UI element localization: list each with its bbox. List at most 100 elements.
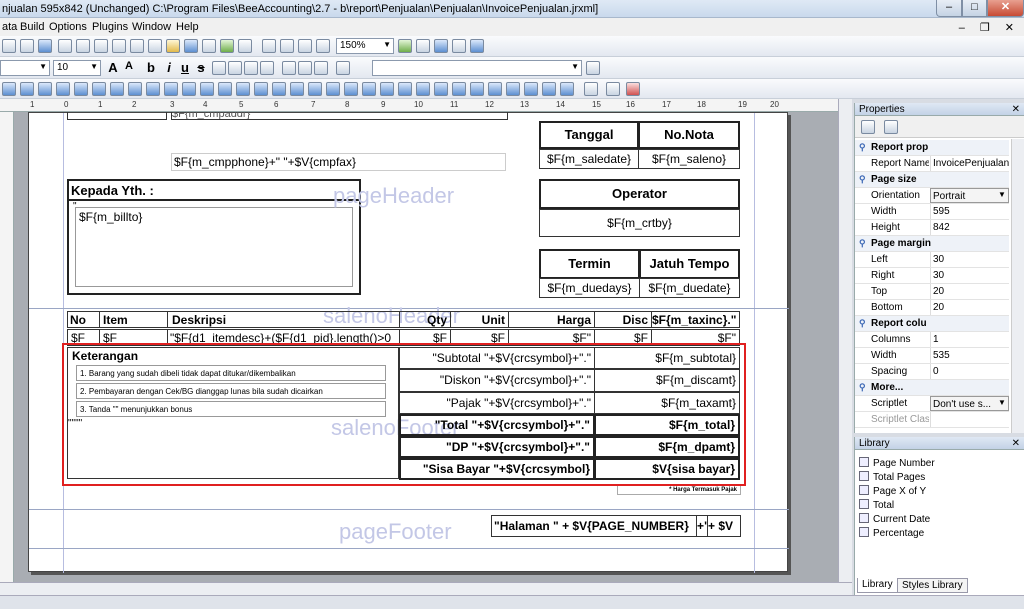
library-item-current-date[interactable]: Current Date (859, 513, 930, 525)
prop-category[interactable]: ⚲ Report prop (855, 140, 1009, 156)
zoom-out-icon[interactable] (416, 39, 430, 53)
align-vertical-center-icon[interactable] (74, 82, 88, 96)
properties-scrollbar[interactable] (1011, 139, 1024, 433)
v-space-remove-icon[interactable] (470, 82, 484, 96)
decrease-font-button[interactable]: A (122, 60, 136, 72)
v-space-increase-icon[interactable] (434, 82, 448, 96)
align-top-edges-icon[interactable] (38, 82, 52, 96)
same-width-min-icon[interactable] (146, 82, 160, 96)
close-icon[interactable]: ✕ (1012, 103, 1020, 116)
send-to-back-icon[interactable] (542, 82, 556, 96)
center-vertically-icon[interactable] (254, 82, 268, 96)
prop-row[interactable]: Columns 1 (855, 332, 1009, 348)
same-width-icon[interactable] (110, 82, 124, 96)
bring-to-front-icon[interactable] (524, 82, 538, 96)
datasource-icon[interactable] (316, 39, 330, 53)
increase-font-button[interactable]: A (106, 60, 120, 75)
prop-row[interactable]: Report Name InvoicePenjualan (855, 156, 1009, 172)
snap-grid-icon[interactable] (560, 82, 574, 96)
center-in-background-icon[interactable] (290, 82, 304, 96)
h-space-decrease-icon[interactable] (380, 82, 394, 96)
duedate-field[interactable]: $F{m_duedate} (639, 278, 740, 298)
fields-icon[interactable] (298, 39, 312, 53)
center-in-band-icon[interactable] (272, 82, 286, 96)
cmpaddr-field[interactable]: $F{m_cmpaddr} (171, 112, 508, 120)
run-report-icon[interactable] (434, 39, 448, 53)
run-datasource-icon[interactable] (452, 39, 466, 53)
valign-middle-icon[interactable] (298, 61, 312, 75)
prop-category[interactable]: ⚲ Report colu (855, 316, 1009, 332)
saleno-field[interactable]: $F{m_saleno} (638, 149, 740, 169)
band-icon[interactable] (262, 39, 276, 53)
zoom-combo[interactable]: 150% ▼ (336, 38, 394, 54)
frame-tool-icon[interactable] (166, 39, 180, 53)
italic-button[interactable]: i (162, 60, 176, 75)
jatuh-tempo-label[interactable]: Jatuh Tempo (639, 249, 740, 279)
copy-format-icon[interactable] (584, 82, 598, 96)
copy-icon[interactable] (20, 39, 34, 53)
tab-styles-library[interactable]: Styles Library (897, 578, 968, 593)
group-icon[interactable] (280, 39, 294, 53)
text-field-tool-icon[interactable] (130, 39, 144, 53)
prop-category[interactable]: ⚲ More... (855, 380, 1009, 396)
border-icon[interactable] (336, 61, 350, 75)
col-unit-header[interactable]: Unit (450, 311, 509, 328)
align-justify-icon[interactable] (260, 61, 274, 75)
minimize-button[interactable]: – (936, 0, 962, 17)
h-space-equal-icon[interactable] (344, 82, 358, 96)
nonota-label[interactable]: No.Nota (638, 121, 740, 149)
prop-row[interactable]: Width 535 (855, 348, 1009, 364)
cmpphone-field[interactable]: $F{m_cmpphone}+" "+$V{cmpfax} (171, 153, 506, 171)
subreport-tool-icon[interactable] (202, 39, 216, 53)
col-taxinc-header[interactable]: $F{m_taxinc}." (651, 311, 740, 328)
ellipse-tool-icon[interactable] (94, 39, 108, 53)
halaman-part3-field[interactable]: + $V (707, 515, 741, 537)
menu-options[interactable]: Options (49, 21, 87, 33)
horizontal-scrollbar[interactable] (0, 582, 852, 595)
library-item-percentage[interactable]: Percentage (859, 527, 924, 539)
same-height-icon[interactable] (164, 82, 178, 96)
font-name-combo[interactable]: ▼ (0, 60, 50, 76)
chart-tool-icon[interactable] (184, 39, 198, 53)
magnet-icon[interactable] (626, 82, 640, 96)
static-text-tool-icon[interactable] (112, 39, 126, 53)
close-icon[interactable]: ✕ (1012, 437, 1020, 450)
kepada-label[interactable]: Kepada Yth. : (67, 179, 361, 201)
bold-button[interactable]: b (144, 60, 158, 75)
col-disc-header[interactable]: Disc (594, 311, 652, 328)
align-center-icon[interactable] (228, 61, 242, 75)
prop-row[interactable]: Left 30 (855, 252, 1009, 268)
mdi-window-controls[interactable]: – ❐ ✕ (959, 21, 1020, 34)
valign-bottom-icon[interactable] (314, 61, 328, 75)
v-space-equal-icon[interactable] (416, 82, 430, 96)
prop-category[interactable]: ⚲ Page size (855, 172, 1009, 188)
menu-help[interactable]: Help (176, 21, 199, 33)
prop-row[interactable]: Scriptlet Don't use s... ▼ (855, 396, 1009, 412)
prop-category[interactable]: ⚲ Page margin (855, 236, 1009, 252)
billto-field[interactable]: $F{m_billto} (75, 207, 353, 287)
crosstab-tool-icon[interactable] (220, 39, 234, 53)
same-height-max-icon[interactable] (182, 82, 196, 96)
col-no-header[interactable]: No (67, 311, 100, 328)
align-left-edges-icon[interactable] (2, 82, 16, 96)
menu-data[interactable]: ata (2, 21, 17, 33)
maximize-button[interactable]: □ (962, 0, 987, 17)
paste-icon[interactable] (2, 39, 16, 53)
col-desc-header[interactable]: Deskripsi (167, 311, 400, 328)
join-right-icon[interactable] (326, 82, 340, 96)
harga-note-field[interactable]: * Harga Termasuk Pajak (617, 485, 741, 495)
align-right-icon[interactable] (244, 61, 258, 75)
organize-icon[interactable] (506, 82, 520, 96)
prop-row[interactable]: Spacing 0 (855, 364, 1009, 380)
line-tool-icon[interactable] (58, 39, 72, 53)
preview-icon[interactable] (470, 39, 484, 53)
barcode-tool-icon[interactable] (238, 39, 252, 53)
col-item-header[interactable]: Item (99, 311, 168, 328)
same-height-min-icon[interactable] (200, 82, 214, 96)
prop-row[interactable]: Bottom 20 (855, 300, 1009, 316)
tanggal-label[interactable]: Tanggal (539, 121, 639, 149)
align-horizontal-center-icon[interactable] (92, 82, 106, 96)
align-left-icon[interactable] (212, 61, 226, 75)
align-right-edges-icon[interactable] (20, 82, 34, 96)
font-size-combo[interactable]: 10 ▼ (53, 60, 101, 76)
